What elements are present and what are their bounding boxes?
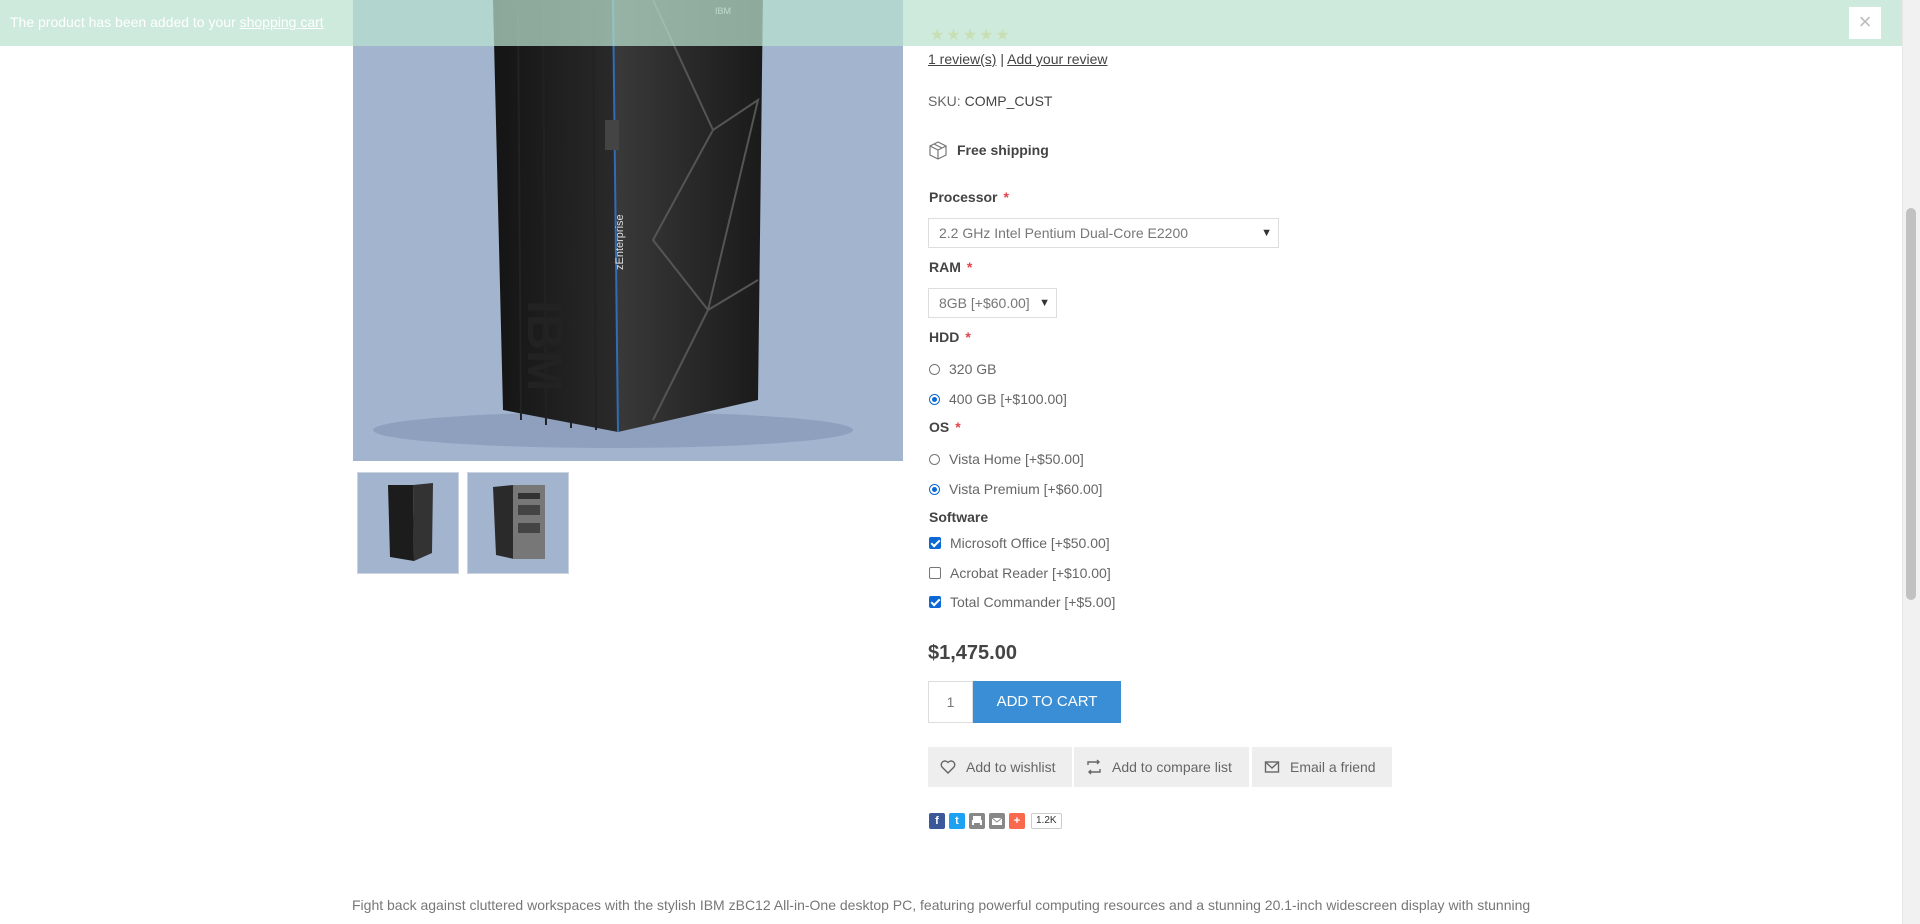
checkbox[interactable] [929, 567, 941, 579]
server-illustration: IBM zEnterprise IBM [373, 0, 853, 448]
sku-line: SKU: COMP_CUST [928, 93, 1052, 109]
software-label: Software [929, 509, 989, 525]
chevron-down-icon: ▼ [1039, 297, 1050, 309]
add-to-compare-button[interactable]: Add to compare list [1074, 747, 1249, 787]
sku-label: SKU: [928, 93, 961, 109]
processor-select[interactable]: 2.2 GHz Intel Pentium Dual-Core E2200 ▼ [928, 218, 1279, 248]
box-icon [929, 141, 947, 160]
shopping-cart-link[interactable]: shopping cart [240, 14, 324, 30]
server-thumb-icon [388, 483, 433, 561]
hdd-option-400[interactable]: 400 GB [+$100.00] [929, 390, 1067, 408]
cart-notification-bar: The product has been added to your shopp… [0, 0, 1903, 46]
radio-button[interactable] [929, 453, 940, 465]
add-review-link[interactable]: Add your review [1007, 51, 1107, 67]
more-share-icon[interactable]: + [1009, 813, 1025, 829]
add-to-wishlist-button[interactable]: Add to wishlist [928, 747, 1072, 787]
chevron-down-icon: ▼ [1261, 227, 1272, 239]
product-price: $1,475.00 [928, 642, 1017, 664]
product-description: Fight back against cluttered workspaces … [352, 897, 1531, 913]
ram-select[interactable]: 8GB [+$60.00] ▼ [928, 288, 1057, 318]
facebook-icon[interactable]: f [929, 813, 945, 829]
checkbox-checked[interactable] [929, 596, 941, 608]
heart-icon [940, 760, 956, 774]
print-icon[interactable] [969, 813, 985, 829]
radio-button-selected[interactable] [929, 483, 940, 495]
checkbox-checked[interactable] [929, 537, 941, 549]
quantity-input[interactable]: 1 [928, 681, 973, 723]
share-buttons: f t + 1.2K [929, 813, 1062, 829]
compare-icon [1087, 759, 1101, 775]
server-open-thumb-icon [493, 485, 545, 559]
radio-button[interactable] [929, 363, 940, 375]
os-label: OS * [929, 419, 961, 435]
ram-label: RAM * [929, 259, 973, 275]
envelope-icon [1264, 761, 1280, 773]
share-count: 1.2K [1031, 813, 1062, 829]
envelope-glyph [991, 817, 1003, 825]
close-icon[interactable]: × [1849, 7, 1881, 39]
product-main-image[interactable]: IBM zEnterprise IBM [353, 0, 903, 461]
email-a-friend-button[interactable]: Email a friend [1252, 747, 1392, 787]
svg-text:zEnterprise: zEnterprise [614, 214, 626, 270]
os-option-vista-premium[interactable]: Vista Premium [+$60.00] [929, 480, 1102, 498]
scrollbar-thumb[interactable] [1906, 208, 1916, 600]
software-option-acrobat[interactable]: Acrobat Reader [+$10.00] [929, 564, 1111, 582]
reviews-link[interactable]: 1 review(s) [928, 51, 996, 67]
email-share-icon[interactable] [989, 813, 1005, 829]
software-option-ms-office[interactable]: Microsoft Office [+$50.00] [929, 534, 1110, 552]
printer-glyph [972, 816, 982, 826]
shipping-label: Free shipping [957, 142, 1049, 158]
processor-label: Processor * [929, 189, 1009, 205]
notification-message: The product has been added to your shopp… [10, 14, 324, 30]
software-option-total-commander[interactable]: Total Commander [+$5.00] [929, 593, 1115, 611]
ibm-logo: IBM [517, 300, 573, 392]
hdd-option-320[interactable]: 320 GB [929, 360, 996, 378]
os-option-vista-home[interactable]: Vista Home [+$50.00] [929, 450, 1084, 468]
free-shipping: Free shipping [928, 140, 1049, 160]
twitter-icon[interactable]: t [949, 813, 965, 829]
radio-button-selected[interactable] [929, 393, 940, 405]
product-thumbnail-1[interactable] [357, 472, 459, 574]
product-thumbnail-2[interactable] [467, 472, 569, 574]
add-to-cart-button[interactable]: Add to cart [973, 681, 1121, 723]
reviews-separator: | [1000, 51, 1004, 67]
sku-value: COMP_CUST [964, 93, 1053, 109]
hdd-label: HDD * [929, 329, 971, 345]
reviews-links: 1 review(s) | Add your review [928, 51, 1108, 67]
page-scrollbar[interactable] [1902, 0, 1920, 924]
